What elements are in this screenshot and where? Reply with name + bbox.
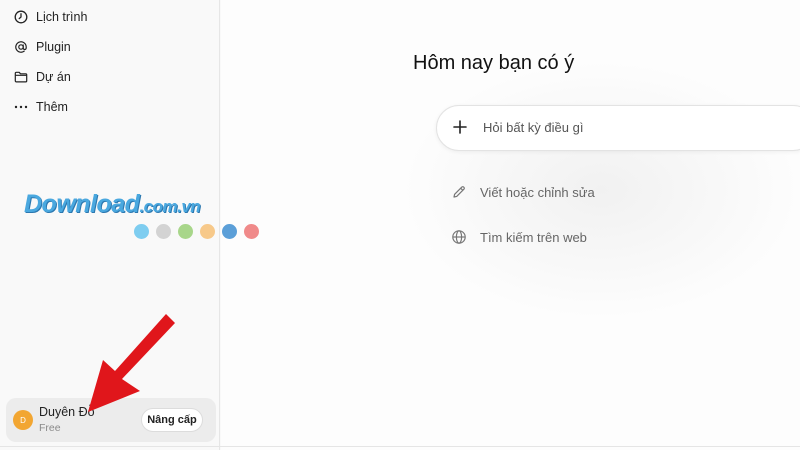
download-watermark: Download.com.vn (24, 190, 264, 246)
sidebar-item-more[interactable]: Thêm (6, 94, 214, 120)
watermark-logo-text: Download.com.vn (24, 190, 201, 218)
watermark-dot (156, 224, 171, 239)
more-dots-icon (14, 105, 28, 109)
divider (0, 446, 800, 447)
write-or-edit-action[interactable]: Viết hoặc chỉnh sửa (451, 181, 595, 203)
folder-icon (14, 71, 28, 83)
prompt-box[interactable] (436, 105, 800, 151)
web-search-action[interactable]: Tìm kiếm trên web (451, 226, 587, 248)
sidebar-item-schedule[interactable]: Lịch trình (6, 4, 214, 30)
sidebar-item-label: Dự án (36, 70, 71, 84)
watermark-dots (134, 224, 259, 239)
plus-icon[interactable] (452, 119, 468, 135)
at-sign-icon (15, 41, 27, 53)
sidebar-item-label: Plugin (36, 40, 71, 54)
watermark-dot (134, 224, 149, 239)
watermark-dot (222, 224, 237, 239)
action-label: Viết hoặc chỉnh sửa (480, 184, 595, 200)
watermark-dot (178, 224, 193, 239)
watermark-dot (200, 224, 215, 239)
action-label: Tìm kiếm trên web (480, 229, 587, 245)
user-plan: Free (39, 422, 61, 434)
avatar: D (13, 410, 33, 430)
watermark-dot (244, 224, 259, 239)
sidebar-item-label: Thêm (36, 100, 68, 114)
globe-icon (452, 230, 466, 244)
page-headline: Hôm nay bạn có ý (413, 52, 575, 74)
prompt-input[interactable] (481, 119, 785, 136)
pencil-icon (453, 186, 465, 198)
sidebar-item-projects[interactable]: Dự án (6, 64, 214, 90)
sidebar-item-plugin[interactable]: Plugin (6, 34, 214, 60)
sidebar-item-label: Lịch trình (36, 10, 88, 24)
clock-icon (14, 10, 28, 24)
annotation-arrow (88, 314, 175, 412)
